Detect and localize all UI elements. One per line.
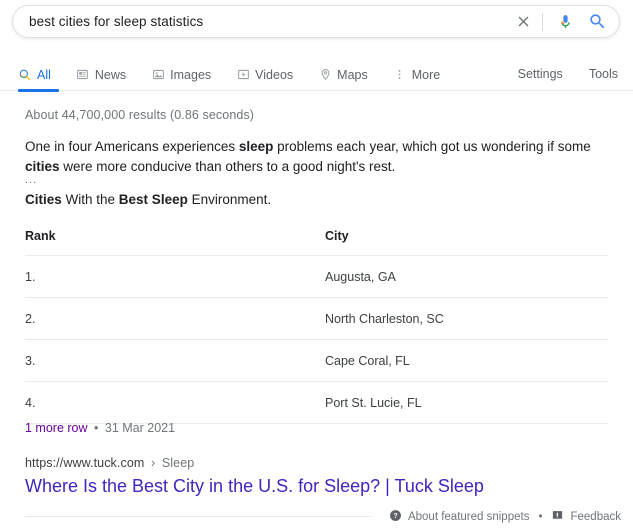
table-header-rank: Rank (25, 222, 325, 256)
tools-button[interactable]: Tools (589, 67, 618, 81)
tab-label: Maps (337, 67, 368, 82)
tab-all[interactable]: All (18, 60, 62, 92)
featured-snippet-text: One in four Americans experiences sleep … (25, 139, 591, 174)
separator-dot: • (94, 421, 99, 435)
tab-images[interactable]: Images (151, 60, 222, 89)
snippet-subheading: Cities With the Best Sleep Environment. (25, 192, 272, 207)
nav-tabs: All News Images Videos Maps More (18, 60, 465, 92)
search-magnifier-icon[interactable] (585, 10, 609, 34)
cell-rank: 1. (25, 255, 325, 298)
tab-active-indicator (18, 89, 59, 92)
snippet-date: 31 Mar 2021 (104, 421, 176, 435)
feedback-button[interactable]: Feedback (551, 509, 621, 525)
more-rows-link[interactable]: 1 more row (25, 421, 88, 435)
breadcrumb-separator: › (150, 456, 156, 470)
nav-right-actions: Settings Tools (518, 60, 618, 87)
search-nav-bar: All News Images Videos Maps More Setting… (0, 60, 633, 92)
image-icon (151, 68, 165, 82)
search-bar-container (12, 5, 620, 38)
table-header-city: City (325, 222, 608, 256)
snippet-footer: ? About featured snippets • Feedback (389, 509, 621, 525)
divider (542, 12, 543, 31)
cell-rank: 2. (25, 297, 325, 340)
table-row: 2. North Charleston, SC (25, 297, 608, 340)
tab-more[interactable]: More (393, 60, 451, 89)
table-row: 4. Port St. Lucie, FL (25, 381, 608, 424)
microphone-icon[interactable] (553, 10, 577, 34)
more-vertical-dots-icon (393, 68, 407, 82)
tab-label: All (37, 67, 51, 82)
url-domain: https://www.tuck.com (25, 456, 145, 470)
about-featured-snippets-button[interactable]: ? About featured snippets (389, 509, 529, 525)
result-stats: About 44,700,000 results (0.86 seconds) (25, 108, 255, 122)
featured-snippet-table: Rank City 1. Augusta, GA 2. North Charlesto… (25, 222, 608, 424)
footer-divider (25, 516, 372, 517)
svg-text:?: ? (393, 513, 397, 520)
table-header-row: Rank City (25, 222, 608, 256)
cell-city: Augusta, GA (325, 255, 608, 298)
table-row: 1. Augusta, GA (25, 255, 608, 298)
tab-label: Videos (255, 67, 294, 82)
table-body: 1. Augusta, GA 2. North Charleston, SC 3. Cap… (25, 255, 608, 424)
cell-rank: 4. (25, 381, 325, 424)
tab-videos[interactable]: Videos (236, 60, 304, 89)
tab-label: News (94, 67, 127, 82)
search-bar[interactable] (12, 5, 620, 38)
cell-city: Cape Coral, FL (325, 339, 608, 382)
cell-city: Port St. Lucie, FL (325, 381, 608, 424)
help-question-circle-icon: ? (389, 509, 402, 525)
search-magnifier-icon (18, 68, 32, 82)
feedback-flag-icon (551, 509, 564, 525)
settings-button[interactable]: Settings (518, 67, 563, 81)
tab-maps[interactable]: Maps (318, 60, 379, 89)
feedback-label: Feedback (570, 511, 621, 523)
about-featured-snippets-label: About featured snippets (407, 511, 530, 523)
tab-label: Images (170, 67, 212, 82)
url-path-crumb: Sleep (161, 456, 195, 470)
map-pin-icon (318, 68, 332, 82)
cell-city: North Charleston, SC (325, 297, 608, 340)
tab-label: More (411, 67, 441, 82)
table-footer: 1 more row • 31 Mar 2021 (25, 421, 175, 435)
snippet-ellipsis: ... (25, 174, 38, 186)
close-x-icon[interactable] (512, 11, 534, 33)
source-url-breadcrumb: https://www.tuck.com › Sleep (25, 456, 194, 470)
search-input[interactable] (29, 14, 512, 29)
video-play-icon (236, 68, 250, 82)
source-title-link[interactable]: Where Is the Best City in the U.S. for S… (25, 476, 484, 497)
table-row: 3. Cape Coral, FL (25, 339, 608, 382)
tab-news[interactable]: News (76, 60, 137, 89)
newspaper-icon (76, 68, 90, 82)
cell-rank: 3. (25, 339, 325, 382)
footer-separator-dot: • (538, 511, 543, 523)
